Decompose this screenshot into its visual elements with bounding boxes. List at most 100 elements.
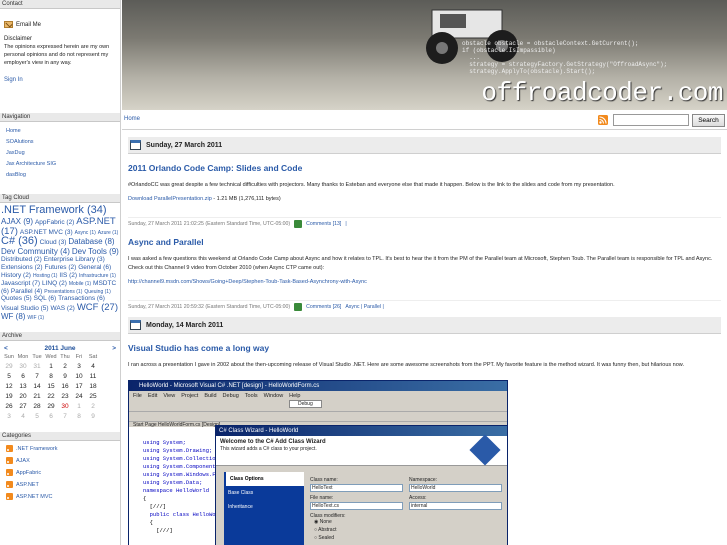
calendar-next-button[interactable]: > xyxy=(112,345,116,352)
email-me-link[interactable]: Email Me xyxy=(4,21,116,28)
calendar-day[interactable]: 15 xyxy=(44,382,58,392)
rss-icon[interactable] xyxy=(6,457,13,465)
nav-link-soalutions[interactable]: SOAlutions xyxy=(6,139,34,145)
share-icon[interactable] xyxy=(294,303,303,311)
category-link[interactable]: AJAX xyxy=(16,458,30,464)
nav-link-jaxdug[interactable]: JaxDug xyxy=(6,150,25,156)
tag-link[interactable]: Enterprise Library (3) xyxy=(44,256,105,264)
tag-link[interactable]: Database (8) xyxy=(68,237,114,246)
nav-link-dasblog[interactable]: dasBlog xyxy=(6,172,26,178)
search-input[interactable] xyxy=(613,114,689,126)
tag-link[interactable]: WCF (27) xyxy=(77,302,118,313)
tag-link[interactable]: ASP.NET MVC (3) xyxy=(20,229,73,236)
post-categories[interactable]: | xyxy=(345,221,346,227)
tag-link[interactable]: History (2) xyxy=(1,272,31,279)
site-brand[interactable]: offroadcoder.com xyxy=(481,78,723,108)
post-categories[interactable]: Async | Parallel | xyxy=(345,304,383,310)
calendar-day[interactable]: 16 xyxy=(58,382,72,392)
category-link[interactable]: .NET Framework xyxy=(16,446,57,452)
calendar-day[interactable]: 18 xyxy=(86,382,100,392)
calendar-day[interactable]: 19 xyxy=(2,392,16,402)
calendar-day[interactable]: 12 xyxy=(2,382,16,392)
tag-link[interactable]: Mobile (1) xyxy=(69,281,91,287)
calendar-day[interactable]: 23 xyxy=(58,392,72,402)
calendar-day[interactable]: 26 xyxy=(2,402,16,412)
post-title[interactable]: Async and Parallel xyxy=(128,237,721,247)
rss-feed-icon[interactable] xyxy=(598,115,608,125)
calendar-day[interactable]: 21 xyxy=(30,392,44,402)
search-button[interactable]: Search xyxy=(692,114,725,127)
video-link[interactable]: http://channel9.msdn.com/Shows/Going+Dee… xyxy=(128,279,367,285)
tag-link[interactable]: Visual Studio (5) xyxy=(1,305,49,312)
calendar-day[interactable]: 27 xyxy=(16,402,30,412)
tag-link[interactable]: Dev Tools (9) xyxy=(72,247,119,256)
tag-link[interactable]: Async (1) xyxy=(75,230,96,236)
post-title[interactable]: 2011 Orlando Code Camp: Slides and Code xyxy=(128,163,721,173)
category-link[interactable]: ASP.NET xyxy=(16,482,39,488)
comments-link[interactable]: Comments [13] xyxy=(306,221,341,227)
calendar-prev-button[interactable]: < xyxy=(4,345,8,352)
calendar-day[interactable]: 1 xyxy=(44,362,58,372)
tag-link[interactable]: .NET Framework (34) xyxy=(1,204,107,216)
tag-link[interactable]: Futures (2) xyxy=(45,264,77,271)
tag-link[interactable]: C# (36) xyxy=(1,235,38,248)
share-icon[interactable] xyxy=(294,220,303,228)
tag-link[interactable]: Infrastructure (1) xyxy=(79,273,116,279)
calendar-day[interactable]: 28 xyxy=(30,402,44,412)
calendar-day[interactable]: 24 xyxy=(72,392,86,402)
tag-link[interactable]: General (6) xyxy=(78,264,111,271)
calendar-day[interactable]: 4 xyxy=(16,412,30,422)
calendar-day[interactable]: 25 xyxy=(86,392,100,402)
calendar-day[interactable]: 3 xyxy=(72,362,86,372)
tag-link[interactable]: Presentations (1) xyxy=(44,289,82,295)
calendar-day[interactable]: 6 xyxy=(16,372,30,382)
calendar-day[interactable]: 22 xyxy=(44,392,58,402)
tag-link[interactable]: AJAX (9) xyxy=(1,217,33,226)
tag-link[interactable]: Queuing (1) xyxy=(84,289,110,295)
home-link[interactable]: Home xyxy=(124,116,140,122)
calendar-day[interactable]: 30 xyxy=(58,402,72,412)
tag-link[interactable]: IIS (2) xyxy=(59,272,77,279)
category-link[interactable]: AppFabric xyxy=(16,470,41,476)
nav-link-home[interactable]: Home xyxy=(6,128,21,134)
calendar-day[interactable]: 8 xyxy=(72,412,86,422)
tag-link[interactable]: LINQ (2) xyxy=(42,280,67,287)
post-title[interactable]: Visual Studio has come a long way xyxy=(128,343,721,353)
sign-in-link[interactable]: Sign In xyxy=(4,77,116,83)
calendar-day[interactable]: 1 xyxy=(72,402,86,412)
calendar-day[interactable]: 4 xyxy=(86,362,100,372)
tag-link[interactable]: WIF (1) xyxy=(27,315,44,321)
tag-link[interactable]: Javascript (7) xyxy=(1,280,40,287)
calendar-day[interactable]: 9 xyxy=(86,412,100,422)
tag-link[interactable]: Azure (1) xyxy=(98,230,119,236)
tag-link[interactable]: AppFabric (2) xyxy=(35,219,74,226)
rss-icon[interactable] xyxy=(6,481,13,489)
tag-link[interactable]: Quotes (5) xyxy=(1,295,32,303)
tag-link[interactable]: Parallel (4) xyxy=(11,288,42,295)
calendar-day[interactable]: 6 xyxy=(44,412,58,422)
tag-link[interactable]: WAS (2) xyxy=(51,305,75,312)
calendar-day[interactable]: 29 xyxy=(2,362,16,372)
calendar-day[interactable]: 7 xyxy=(58,412,72,422)
calendar-day[interactable]: 8 xyxy=(44,372,58,382)
calendar-day[interactable]: 13 xyxy=(16,382,30,392)
calendar-day[interactable]: 14 xyxy=(30,382,44,392)
calendar-day[interactable]: 5 xyxy=(30,412,44,422)
tag-link[interactable]: WF (8) xyxy=(1,312,25,321)
tag-link[interactable]: Extensions (2) xyxy=(1,264,43,271)
calendar-day[interactable]: 20 xyxy=(16,392,30,402)
calendar-day[interactable]: 29 xyxy=(44,402,58,412)
calendar-day[interactable]: 17 xyxy=(72,382,86,392)
rss-icon[interactable] xyxy=(6,493,13,501)
tag-link[interactable]: Cloud (3) xyxy=(40,239,67,247)
tag-link[interactable]: Hosting (1) xyxy=(33,273,57,279)
calendar-day[interactable]: 11 xyxy=(86,372,100,382)
rss-icon[interactable] xyxy=(6,445,13,453)
calendar-day[interactable]: 31 xyxy=(30,362,44,372)
calendar-day[interactable]: 7 xyxy=(30,372,44,382)
tag-link[interactable]: SQL (6) xyxy=(34,295,57,303)
nav-link-jax-architecture-sig[interactable]: Jax Architecture SIG xyxy=(6,161,56,167)
calendar-day[interactable]: 5 xyxy=(2,372,16,382)
rss-icon[interactable] xyxy=(6,469,13,477)
calendar-day[interactable]: 2 xyxy=(58,362,72,372)
